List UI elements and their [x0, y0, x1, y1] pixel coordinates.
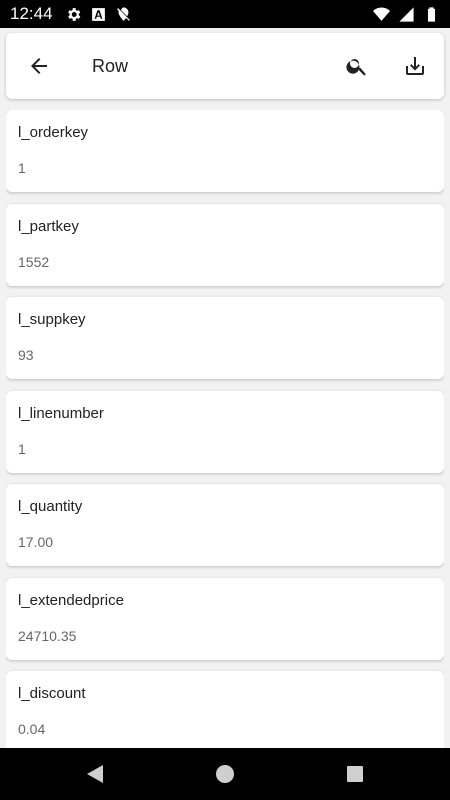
field-label: l_discount	[18, 685, 86, 702]
gear-icon	[65, 6, 82, 23]
nav-home-button[interactable]	[160, 748, 290, 800]
back-button[interactable]	[17, 44, 61, 88]
download-icon	[406, 57, 424, 75]
field-label: l_orderkey	[18, 124, 89, 141]
status-bar: 12:44	[0, 0, 450, 28]
download-button[interactable]	[393, 44, 437, 88]
system-nav-bar	[0, 748, 450, 800]
field-label: l_extendedprice	[18, 591, 124, 609]
search-icon	[346, 59, 366, 76]
status-time: 12:44	[10, 4, 53, 23]
field-value: 1	[18, 160, 26, 176]
field-card-partkey[interactable]: l_partkey 1552	[6, 203, 444, 286]
field-value: 24710.35	[18, 627, 77, 644]
top-app-bar: Row	[6, 33, 444, 99]
field-card-suppkey[interactable]: l_suppkey 93	[6, 297, 444, 379]
no-location-icon	[115, 6, 132, 23]
field-value: 93	[18, 347, 34, 363]
triangle-back-icon	[87, 765, 103, 783]
field-value: 1552	[18, 253, 50, 270]
search-button[interactable]	[335, 44, 379, 88]
field-card-quantity[interactable]: l_quantity 17.00	[6, 484, 444, 566]
status-right-icons	[373, 6, 440, 23]
field-label: l_suppkey	[18, 311, 86, 328]
field-card-discount[interactable]: l_discount 0.04	[6, 671, 444, 748]
field-label: l_linenumber	[18, 404, 104, 422]
square-recents-icon	[347, 766, 363, 782]
nav-recents-button[interactable]	[290, 748, 420, 800]
field-card-orderkey[interactable]: l_orderkey 1	[6, 110, 444, 192]
wifi-icon	[373, 6, 390, 23]
status-left-icons	[65, 6, 132, 23]
field-label: l_partkey	[18, 217, 79, 235]
circle-home-icon	[216, 765, 234, 783]
page-title: Row	[92, 55, 129, 76]
field-value: 0.04	[18, 721, 46, 737]
arrow-left-icon	[31, 58, 47, 74]
field-label: l_quantity	[18, 498, 83, 515]
field-value: 1	[18, 440, 26, 457]
field-value: 17.00	[18, 534, 54, 550]
nav-back-button[interactable]	[30, 748, 160, 800]
field-card-linenumber[interactable]: l_linenumber 1	[6, 390, 444, 473]
cellular-icon	[398, 6, 415, 23]
field-list[interactable]: l_orderkey 1 l_partkey 1552 l_suppkey 93…	[6, 110, 444, 748]
field-card-extendedprice[interactable]: l_extendedprice 24710.35	[6, 577, 444, 660]
font-a-icon	[90, 6, 107, 23]
battery-icon	[423, 6, 440, 23]
